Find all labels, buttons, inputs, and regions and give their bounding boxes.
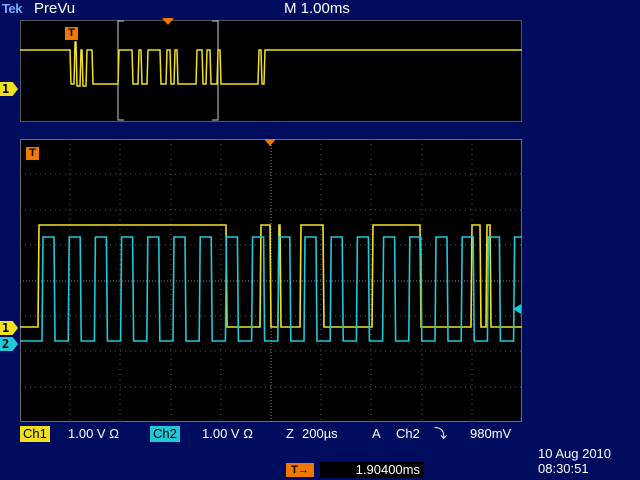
waveform-display: T — [20, 139, 522, 422]
trigger-position-icon: T→ — [286, 463, 314, 477]
ch1-ground-marker[interactable]: 1 — [0, 321, 18, 335]
ch2-label[interactable]: Ch2 — [150, 426, 180, 442]
trigger-marker: T — [26, 147, 39, 160]
ch2-scale: 1.00 V Ω — [202, 426, 253, 441]
record-overview-panel: T — [20, 18, 522, 122]
zoom-label: Z — [286, 426, 294, 441]
overview-ch1-trace — [20, 41, 522, 87]
trigger-position-value: 1.90400ms — [320, 462, 424, 478]
graticule — [20, 139, 522, 422]
trigger-slope-icon: ⤵ — [434, 426, 448, 441]
status-bar: Ch1 1.00 V Ω Ch2 1.00 V Ω Z 200µs A Ch2 … — [20, 426, 522, 442]
overview-waveform — [20, 20, 522, 122]
trigger-level: 980mV — [470, 426, 512, 441]
zoom-position-arrow — [162, 18, 174, 25]
trigger-level-arrow[interactable] — [513, 304, 521, 314]
ch1-scale: 1.00 V Ω — [68, 426, 119, 441]
datetime: 10 Aug 2010 08:30:51 — [538, 446, 638, 476]
date: 10 Aug 2010 — [538, 446, 612, 461]
time: 08:30:51 — [538, 461, 589, 476]
overview-ch1-marker[interactable]: 1 — [0, 82, 18, 96]
acquisition-mode: PreVu — [34, 0, 76, 17]
ch2-ground-marker[interactable]: 2 — [0, 337, 18, 351]
trigger-mode: A — [372, 426, 381, 441]
timebase-readout: M 1.00ms — [284, 0, 350, 17]
zoom-scale: 200µs — [302, 426, 338, 441]
ch1-label[interactable]: Ch1 — [20, 426, 50, 442]
trigger-source: Ch2 — [396, 426, 420, 441]
brand-logo: Tek — [2, 1, 22, 16]
trigger-position-arrow — [264, 139, 276, 146]
overview-trigger-marker: T — [65, 27, 78, 40]
top-bar: Tek PreVu M 1.00ms — [0, 0, 640, 18]
